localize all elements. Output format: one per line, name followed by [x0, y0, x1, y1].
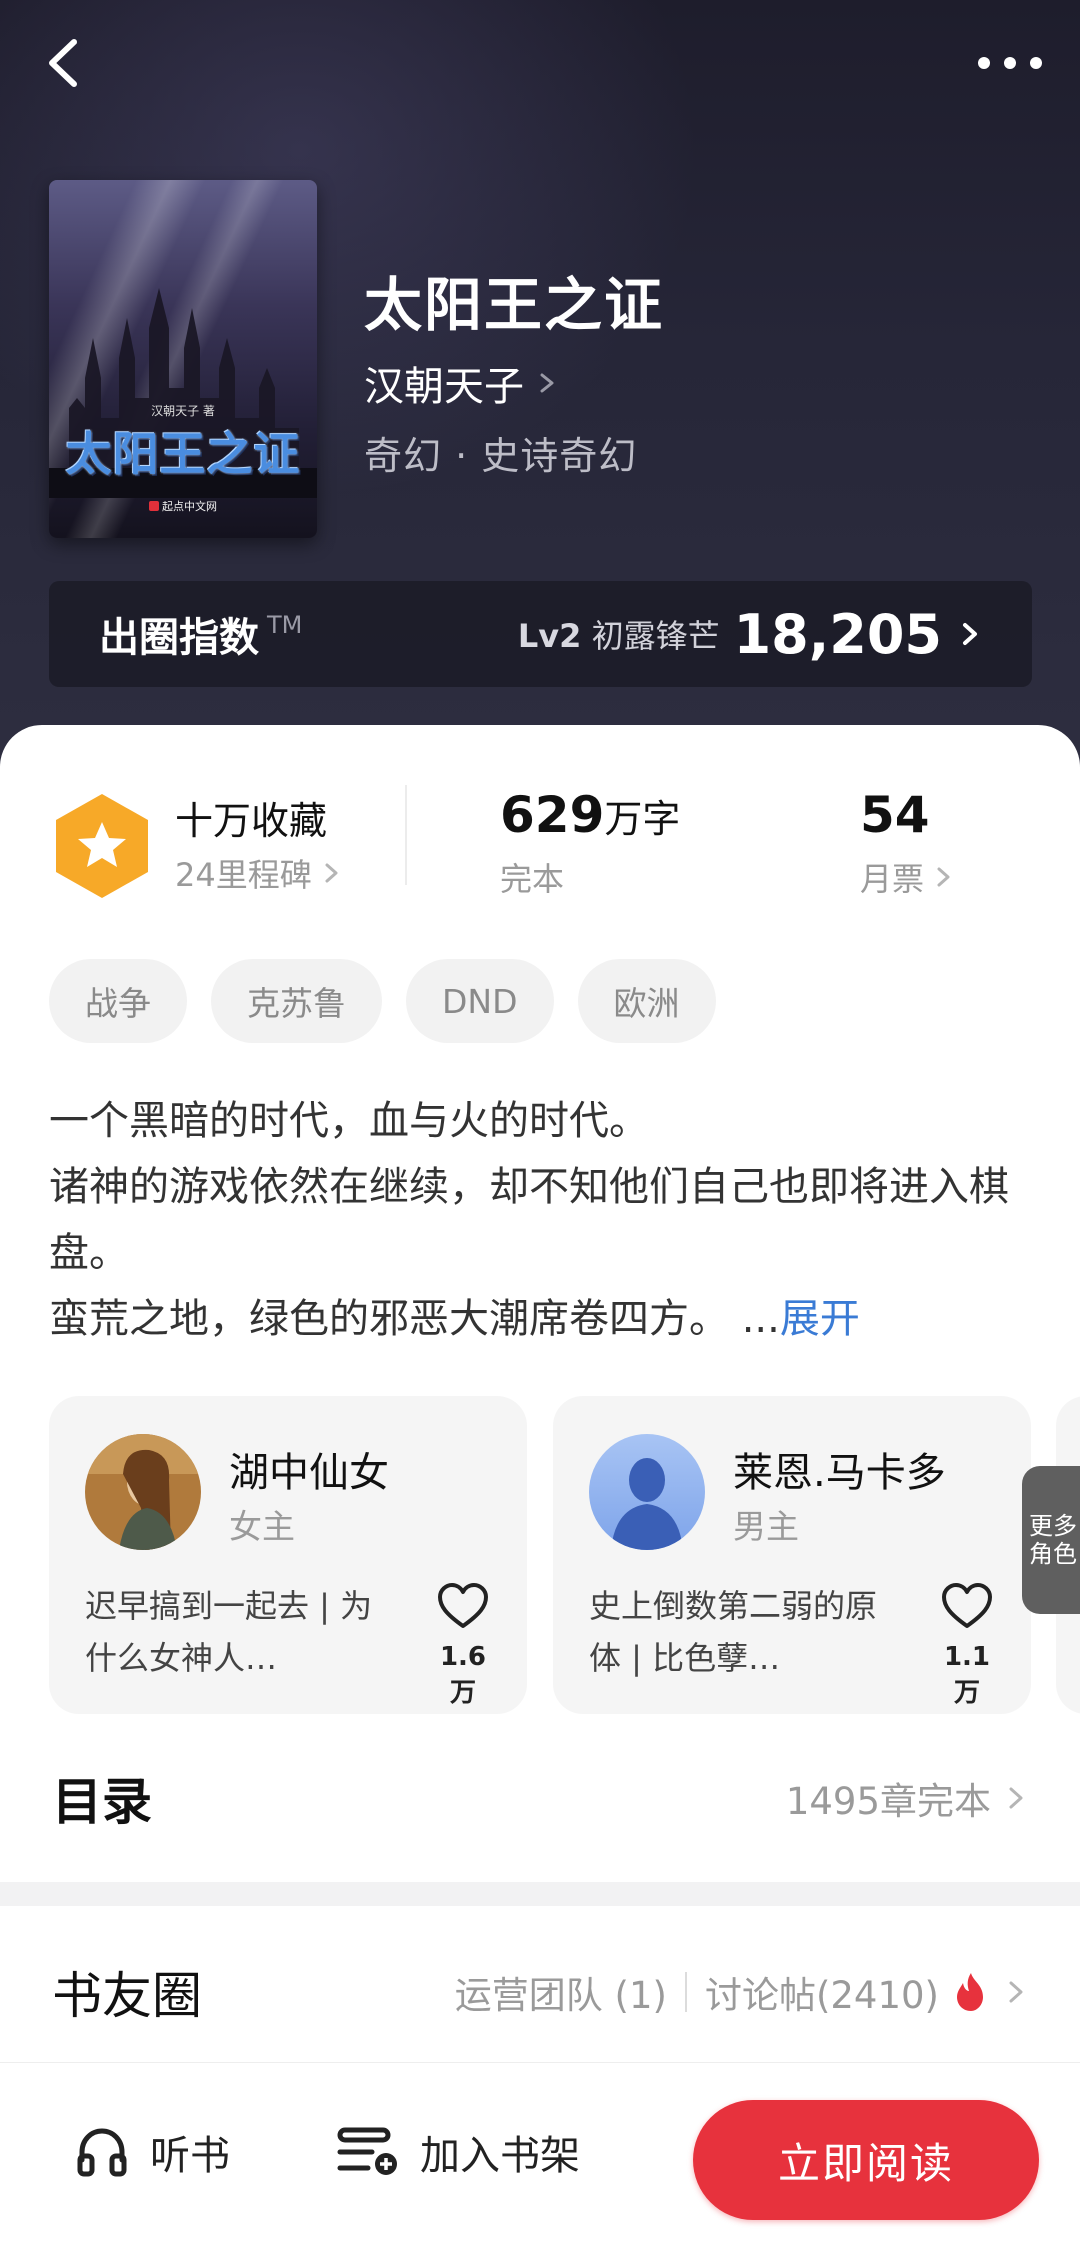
index-label: 出圈指数 — [99, 615, 259, 661]
add-to-shelf-label: 加入书架 — [420, 2133, 580, 2179]
monthly-ticket-label: 月票 — [860, 860, 925, 898]
description-line: 一个黑暗的时代，血与火的时代。 — [49, 1098, 649, 1144]
role-description: 史上倒数第二弱的原体 | 比色孽… — [589, 1587, 878, 1677]
role-like-button[interactable]: 1.1万 — [937, 1582, 997, 1709]
chevron-right-icon — [1009, 1981, 1023, 2003]
heart-icon — [438, 1583, 488, 1628]
cover-author-line: 汉朝天子 著 — [151, 404, 215, 418]
add-shelf-icon — [337, 2127, 397, 2175]
word-count-unit: 万字 — [604, 797, 681, 841]
chevron-right-icon — [937, 867, 950, 887]
headphones-icon — [77, 2128, 127, 2177]
tag-chip[interactable]: 欧洲 — [577, 959, 716, 1043]
star-badge-icon — [56, 794, 148, 898]
more-roles-button[interactable]: 更多角色 — [1022, 1466, 1080, 1614]
role-card[interactable]: 湖中仙女 女主 迟早搞到一起去 | 为什么女神人… 1.6万 — [49, 1396, 527, 1714]
tag-chip[interactable]: 战争 — [49, 959, 187, 1043]
milestone-label: 24里程碑 — [175, 856, 312, 894]
bottom-action-bar: 听书 加入书架 立即阅读 — [0, 2062, 1080, 2255]
chevron-right-icon — [540, 373, 554, 393]
reader-circle-info: 运营团队 (1) 讨论帖(2410) — [455, 1965, 1031, 2019]
author-name: 汉朝天子 — [364, 364, 524, 410]
tag-chip[interactable]: DND — [406, 959, 554, 1043]
info-divider — [684, 1972, 687, 2012]
male-silhouette-icon — [589, 1434, 705, 1550]
description-line: 诸神的游戏依然在继续，却不知他们自己也即将进入棋盘。 — [49, 1164, 1009, 1276]
add-to-shelf-button[interactable]: 加入书架 — [334, 2123, 580, 2181]
index-level-name: 初露锋芒 — [591, 617, 720, 655]
catalog-info: 1495章完本 — [786, 1771, 1031, 1825]
book-description: 一个黑暗的时代，血与火的时代。 诸神的游戏依然在继续，却不知他们自己也即将进入棋… — [49, 1088, 1039, 1352]
chevron-right-icon — [963, 623, 977, 645]
role-avatar — [85, 1434, 201, 1550]
expand-link[interactable]: 展开 — [780, 1296, 860, 1342]
index-level-prefix: Lv2 — [517, 617, 582, 655]
role-name: 莱恩.马卡多 — [733, 1450, 946, 1496]
catalog-chapter-count: 1495章完本 — [785, 1780, 991, 1823]
collection-stat-title: 十万收藏 — [175, 799, 328, 843]
stat-divider — [405, 785, 407, 885]
tag-list: 战争 克苏鲁 DND 欧洲 — [49, 959, 716, 1043]
role-avatar — [589, 1434, 705, 1550]
publisher-logo-icon — [149, 501, 159, 511]
cover-publisher: 起点中文网 — [49, 498, 317, 514]
read-now-button[interactable]: 立即阅读 — [693, 2100, 1039, 2220]
index-level: Lv2 初露锋芒 — [518, 611, 720, 657]
description-line-text: 蛮荒之地，绿色的邪恶大潮席卷四方。 ... — [49, 1296, 780, 1342]
reader-circle-row[interactable]: 书友圈 运营团队 (1) 讨论帖(2410) — [0, 1932, 1080, 2052]
catalog-row[interactable]: 目录 1495章完本 — [0, 1738, 1080, 1858]
listen-button[interactable]: 听书 — [74, 2123, 230, 2181]
chevron-left-icon — [49, 39, 77, 87]
reader-circle-title: 书友圈 — [52, 1967, 202, 2025]
role-name: 湖中仙女 — [229, 1450, 389, 1496]
description-line: 蛮荒之地，绿色的邪恶大潮席卷四方。 ...展开 — [49, 1286, 1039, 1352]
role-description: 迟早搞到一起去 | 为什么女神人… — [85, 1587, 373, 1677]
completion-status: 完本 — [500, 860, 565, 898]
popularity-index-bar[interactable]: 出圈指数 TM Lv2 初露锋芒 18,205 — [49, 581, 1032, 687]
book-cover[interactable]: 汉朝天子 著 太阳王之证 起点中文网 — [49, 180, 317, 538]
more-options-button[interactable] — [970, 40, 1050, 86]
female-portrait-icon — [85, 1434, 201, 1550]
role-type: 女主 — [229, 1507, 295, 1546]
book-title: 太阳王之证 — [364, 271, 665, 339]
monthly-ticket-count: 54 — [860, 786, 930, 844]
cover-title: 太阳王之证 — [65, 427, 301, 481]
word-count-number: 629 — [500, 786, 605, 844]
index-trademark: TM — [267, 611, 303, 639]
tag-chip[interactable]: 克苏鲁 — [211, 959, 382, 1043]
role-type: 男主 — [733, 1507, 799, 1546]
role-like-count: 1.6万 — [439, 1642, 487, 1708]
chevron-right-icon — [1009, 1787, 1023, 1809]
book-header: 汉朝天子 著 太阳王之证 起点中文网 太阳王之证 汉朝天子 奇幻 · 史诗奇幻 … — [0, 0, 1080, 780]
book-genre: 奇幻 · 史诗奇幻 — [364, 434, 638, 478]
role-like-button[interactable]: 1.6万 — [433, 1582, 493, 1709]
catalog-title: 目录 — [52, 1773, 152, 1831]
milestone-link[interactable]: 24里程碑 — [175, 850, 346, 896]
back-button[interactable] — [30, 28, 100, 98]
word-count: 629万字 — [500, 786, 680, 844]
index-value: 18,205 — [733, 602, 942, 666]
role-card[interactable]: 莱恩.马卡多 男主 史上倒数第二弱的原体 | 比色孽… 1.1万 — [553, 1396, 1031, 1714]
section-separator — [0, 1882, 1080, 1906]
listen-label: 听书 — [150, 2133, 230, 2179]
more-dots-icon — [978, 57, 1042, 69]
chevron-right-icon — [325, 863, 338, 883]
monthly-ticket-link[interactable]: 月票 — [860, 854, 958, 900]
role-like-count: 1.1万 — [943, 1642, 991, 1708]
author-link[interactable]: 汉朝天子 — [364, 354, 562, 412]
cover-publisher-name: 起点中文网 — [162, 500, 217, 513]
flame-icon — [957, 1973, 983, 2011]
operations-team-link[interactable]: 运营团队 (1) — [455, 1965, 667, 2019]
heart-icon — [942, 1583, 992, 1628]
discussion-posts-link[interactable]: 讨论帖(2410) — [705, 1965, 939, 2019]
